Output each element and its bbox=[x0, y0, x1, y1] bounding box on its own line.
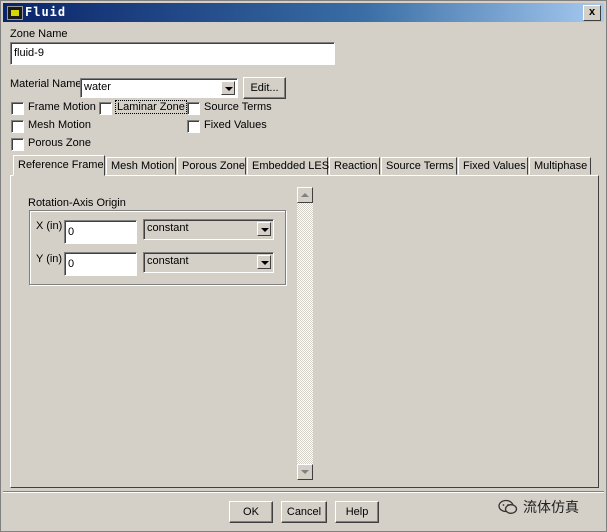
title-bar[interactable]: Fluid x bbox=[3, 3, 604, 22]
rotation-axis-origin-label: Rotation-Axis Origin bbox=[28, 197, 126, 209]
y-method-select[interactable]: constant bbox=[143, 252, 274, 273]
cancel-button[interactable]: Cancel bbox=[281, 501, 327, 523]
ok-button[interactable]: OK bbox=[229, 501, 273, 523]
tab-reaction[interactable]: Reaction bbox=[329, 157, 380, 175]
source-terms-checkbox[interactable] bbox=[187, 102, 200, 115]
porous-zone-checkbox[interactable] bbox=[11, 138, 24, 151]
tab-embedded-les[interactable]: Embedded LES bbox=[247, 157, 329, 175]
scroll-down-icon[interactable] bbox=[297, 464, 313, 480]
tab-fixed-values[interactable]: Fixed Values bbox=[458, 157, 528, 175]
help-button[interactable]: Help bbox=[335, 501, 379, 523]
vertical-scrollbar[interactable] bbox=[297, 187, 313, 480]
mesh-motion-label: Mesh Motion bbox=[28, 119, 91, 131]
tab-porous-zone[interactable]: Porous Zone bbox=[177, 157, 246, 175]
fixed-values-checkbox[interactable] bbox=[187, 120, 200, 133]
frame-motion-checkbox[interactable] bbox=[11, 102, 24, 115]
edit-material-button[interactable]: Edit... bbox=[243, 77, 286, 99]
y-method-value: constant bbox=[147, 255, 189, 267]
x-input[interactable]: 0 bbox=[64, 220, 137, 244]
zone-name-input[interactable]: fluid-9 bbox=[10, 42, 335, 65]
x-label: X (in) bbox=[36, 220, 63, 232]
mesh-motion-checkbox[interactable] bbox=[11, 120, 24, 133]
x-method-select[interactable]: constant bbox=[143, 219, 274, 240]
frame-motion-label: Frame Motion bbox=[28, 101, 96, 113]
material-select[interactable]: water bbox=[80, 78, 238, 98]
chevron-down-icon[interactable] bbox=[257, 255, 271, 269]
source-terms-label: Source Terms bbox=[204, 101, 272, 113]
app-icon bbox=[7, 6, 23, 20]
scroll-up-icon[interactable] bbox=[297, 187, 313, 203]
laminar-zone-label: Laminar Zone bbox=[115, 100, 187, 114]
tab-multiphase[interactable]: Multiphase bbox=[529, 157, 591, 175]
close-button[interactable]: x bbox=[583, 5, 601, 21]
tab-reference-frame[interactable]: Reference Frame bbox=[13, 155, 105, 176]
chevron-down-icon[interactable] bbox=[221, 81, 235, 95]
window-title: Fluid bbox=[25, 5, 67, 19]
tab-source-terms[interactable]: Source Terms bbox=[381, 157, 457, 175]
material-select-value: water bbox=[84, 81, 111, 93]
laminar-zone-checkbox[interactable] bbox=[99, 102, 112, 115]
porous-zone-label: Porous Zone bbox=[28, 137, 91, 149]
zone-name-label: Zone Name bbox=[10, 28, 68, 40]
chevron-down-icon[interactable] bbox=[257, 222, 271, 236]
wechat-icon bbox=[498, 499, 518, 514]
fixed-values-label: Fixed Values bbox=[204, 119, 267, 131]
y-input[interactable]: 0 bbox=[64, 252, 137, 276]
tab-mesh-motion[interactable]: Mesh Motion bbox=[106, 157, 176, 175]
fluid-dialog: Fluid x Zone Name fluid-9 Material Name … bbox=[0, 0, 607, 532]
watermark-text: 流体仿真 bbox=[523, 500, 579, 516]
x-method-value: constant bbox=[147, 222, 189, 234]
footer-divider bbox=[3, 491, 604, 493]
y-label: Y (in) bbox=[36, 253, 63, 265]
material-name-label: Material Name bbox=[10, 78, 82, 90]
